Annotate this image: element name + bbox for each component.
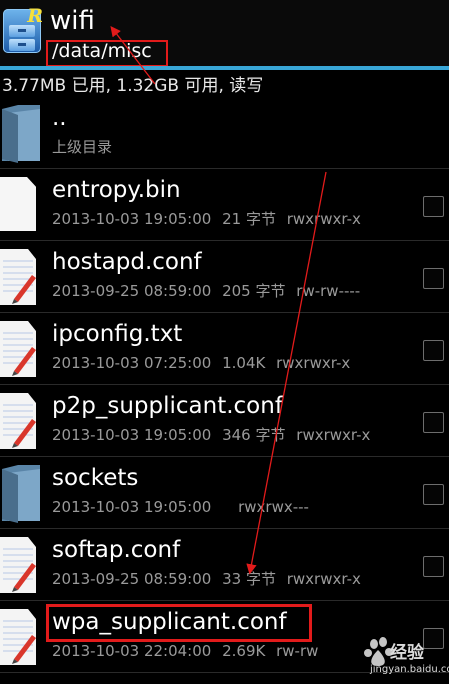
- list-item-parent[interactable]: .. 上级目录: [0, 97, 449, 169]
- storage-status: 3.77MB 已用, 1.32GB 可用, 读写: [2, 76, 264, 96]
- page-title: wifi: [50, 6, 95, 36]
- file-date: 2013-10-03 19:05:00: [52, 498, 212, 516]
- file-name: ipconfig.txt: [52, 321, 183, 347]
- header-divider: [0, 66, 449, 70]
- file-meta: 2013-09-25 08:59:00 33 字节 rwxrwxr-x: [52, 569, 367, 589]
- list-item[interactable]: entropy.bin 2013-10-03 19:05:00 21 字节 rw…: [0, 169, 449, 241]
- select-checkbox[interactable]: [423, 556, 444, 577]
- list-item[interactable]: p2p_supplicant.conf 2013-10-03 19:05:00 …: [0, 385, 449, 457]
- file-size: 205 字节: [222, 282, 286, 300]
- text-document-icon: [0, 321, 36, 377]
- file-date: 2013-09-25 08:59:00: [52, 570, 212, 588]
- file-manager-screen: R wifi /data/misc 3.77MB 已用, 1.32GB 可用, …: [0, 0, 449, 684]
- folder-icon: [2, 105, 40, 163]
- text-document-icon: [0, 609, 36, 665]
- file-size: 33 字节: [222, 570, 276, 588]
- path-highlight-box: [46, 40, 168, 67]
- select-checkbox[interactable]: [423, 412, 444, 433]
- title-bar: R wifi /data/misc: [0, 0, 449, 67]
- list-item[interactable]: softap.conf 2013-09-25 08:59:00 33 字节 rw…: [0, 529, 449, 601]
- list-item[interactable]: hostapd.conf 2013-09-25 08:59:00 205 字节 …: [0, 241, 449, 313]
- file-subtitle: 上级目录: [52, 138, 113, 156]
- file-name: softap.conf: [52, 537, 181, 563]
- text-document-icon: [0, 537, 36, 593]
- file-name: p2p_supplicant.conf: [52, 393, 283, 419]
- select-checkbox[interactable]: [423, 484, 444, 505]
- file-name: sockets: [52, 465, 139, 491]
- logo-badge: R: [27, 5, 43, 27]
- watermark-url: jingyan.baidu.com: [370, 664, 449, 675]
- file-meta: 2013-10-03 22:04:00 2.69K rw-rw: [52, 641, 324, 661]
- file-size: 2.69K: [222, 642, 266, 660]
- file-perms: rwxrwxr-x: [276, 354, 351, 372]
- folder-icon: [2, 465, 40, 523]
- file-name: ..: [52, 105, 67, 131]
- file-name: hostapd.conf: [52, 249, 202, 275]
- select-checkbox[interactable]: [423, 268, 444, 289]
- text-document-icon: [0, 393, 36, 449]
- file-perms: rwxrwx---: [238, 498, 309, 516]
- select-checkbox[interactable]: [423, 340, 444, 361]
- file-perms: rw-rw: [276, 642, 319, 660]
- file-meta: 2013-10-03 19:05:00 346 字节 rwxrwxr-x: [52, 425, 376, 445]
- file-meta: 2013-09-25 08:59:00 205 字节 rw-rw----: [52, 281, 366, 301]
- list-item[interactable]: ipconfig.txt 2013-10-03 07:25:00 1.04K r…: [0, 313, 449, 385]
- file-meta: 2013-10-03 19:05:00 21 字节 rwxrwxr-x: [52, 209, 367, 229]
- file-date: 2013-10-03 22:04:00: [52, 642, 212, 660]
- file-perms: rw-rw----: [296, 282, 361, 300]
- file-size: 1.04K: [222, 354, 266, 372]
- file-size: 346 字节: [222, 426, 286, 444]
- file-date: 2013-10-03 07:25:00: [52, 354, 212, 372]
- file-meta: 2013-10-03 19:05:00 rwxrwx---: [52, 497, 315, 517]
- file-size: 21 字节: [222, 210, 276, 228]
- list-item[interactable]: sockets 2013-10-03 19:05:00 rwxrwx---: [0, 457, 449, 529]
- file-highlight-box: [46, 604, 312, 642]
- file-perms: rwxrwxr-x: [296, 426, 371, 444]
- file-perms: rwxrwxr-x: [286, 210, 361, 228]
- watermark-text: 经验: [390, 643, 424, 663]
- file-date: 2013-09-25 08:59:00: [52, 282, 212, 300]
- file-list: .. 上级目录 entropy.bin 2013-10-03 19:05:00 …: [0, 97, 449, 673]
- file-icon: [0, 177, 36, 231]
- app-logo-icon[interactable]: R: [3, 5, 43, 53]
- select-checkbox[interactable]: [423, 196, 444, 217]
- file-date: 2013-10-03 19:05:00: [52, 426, 212, 444]
- file-date: 2013-10-03 19:05:00: [52, 210, 212, 228]
- file-meta: 2013-10-03 07:25:00 1.04K rwxrwxr-x: [52, 353, 356, 373]
- file-name: entropy.bin: [52, 177, 181, 203]
- file-perms: rwxrwxr-x: [286, 570, 361, 588]
- text-document-icon: [0, 249, 36, 305]
